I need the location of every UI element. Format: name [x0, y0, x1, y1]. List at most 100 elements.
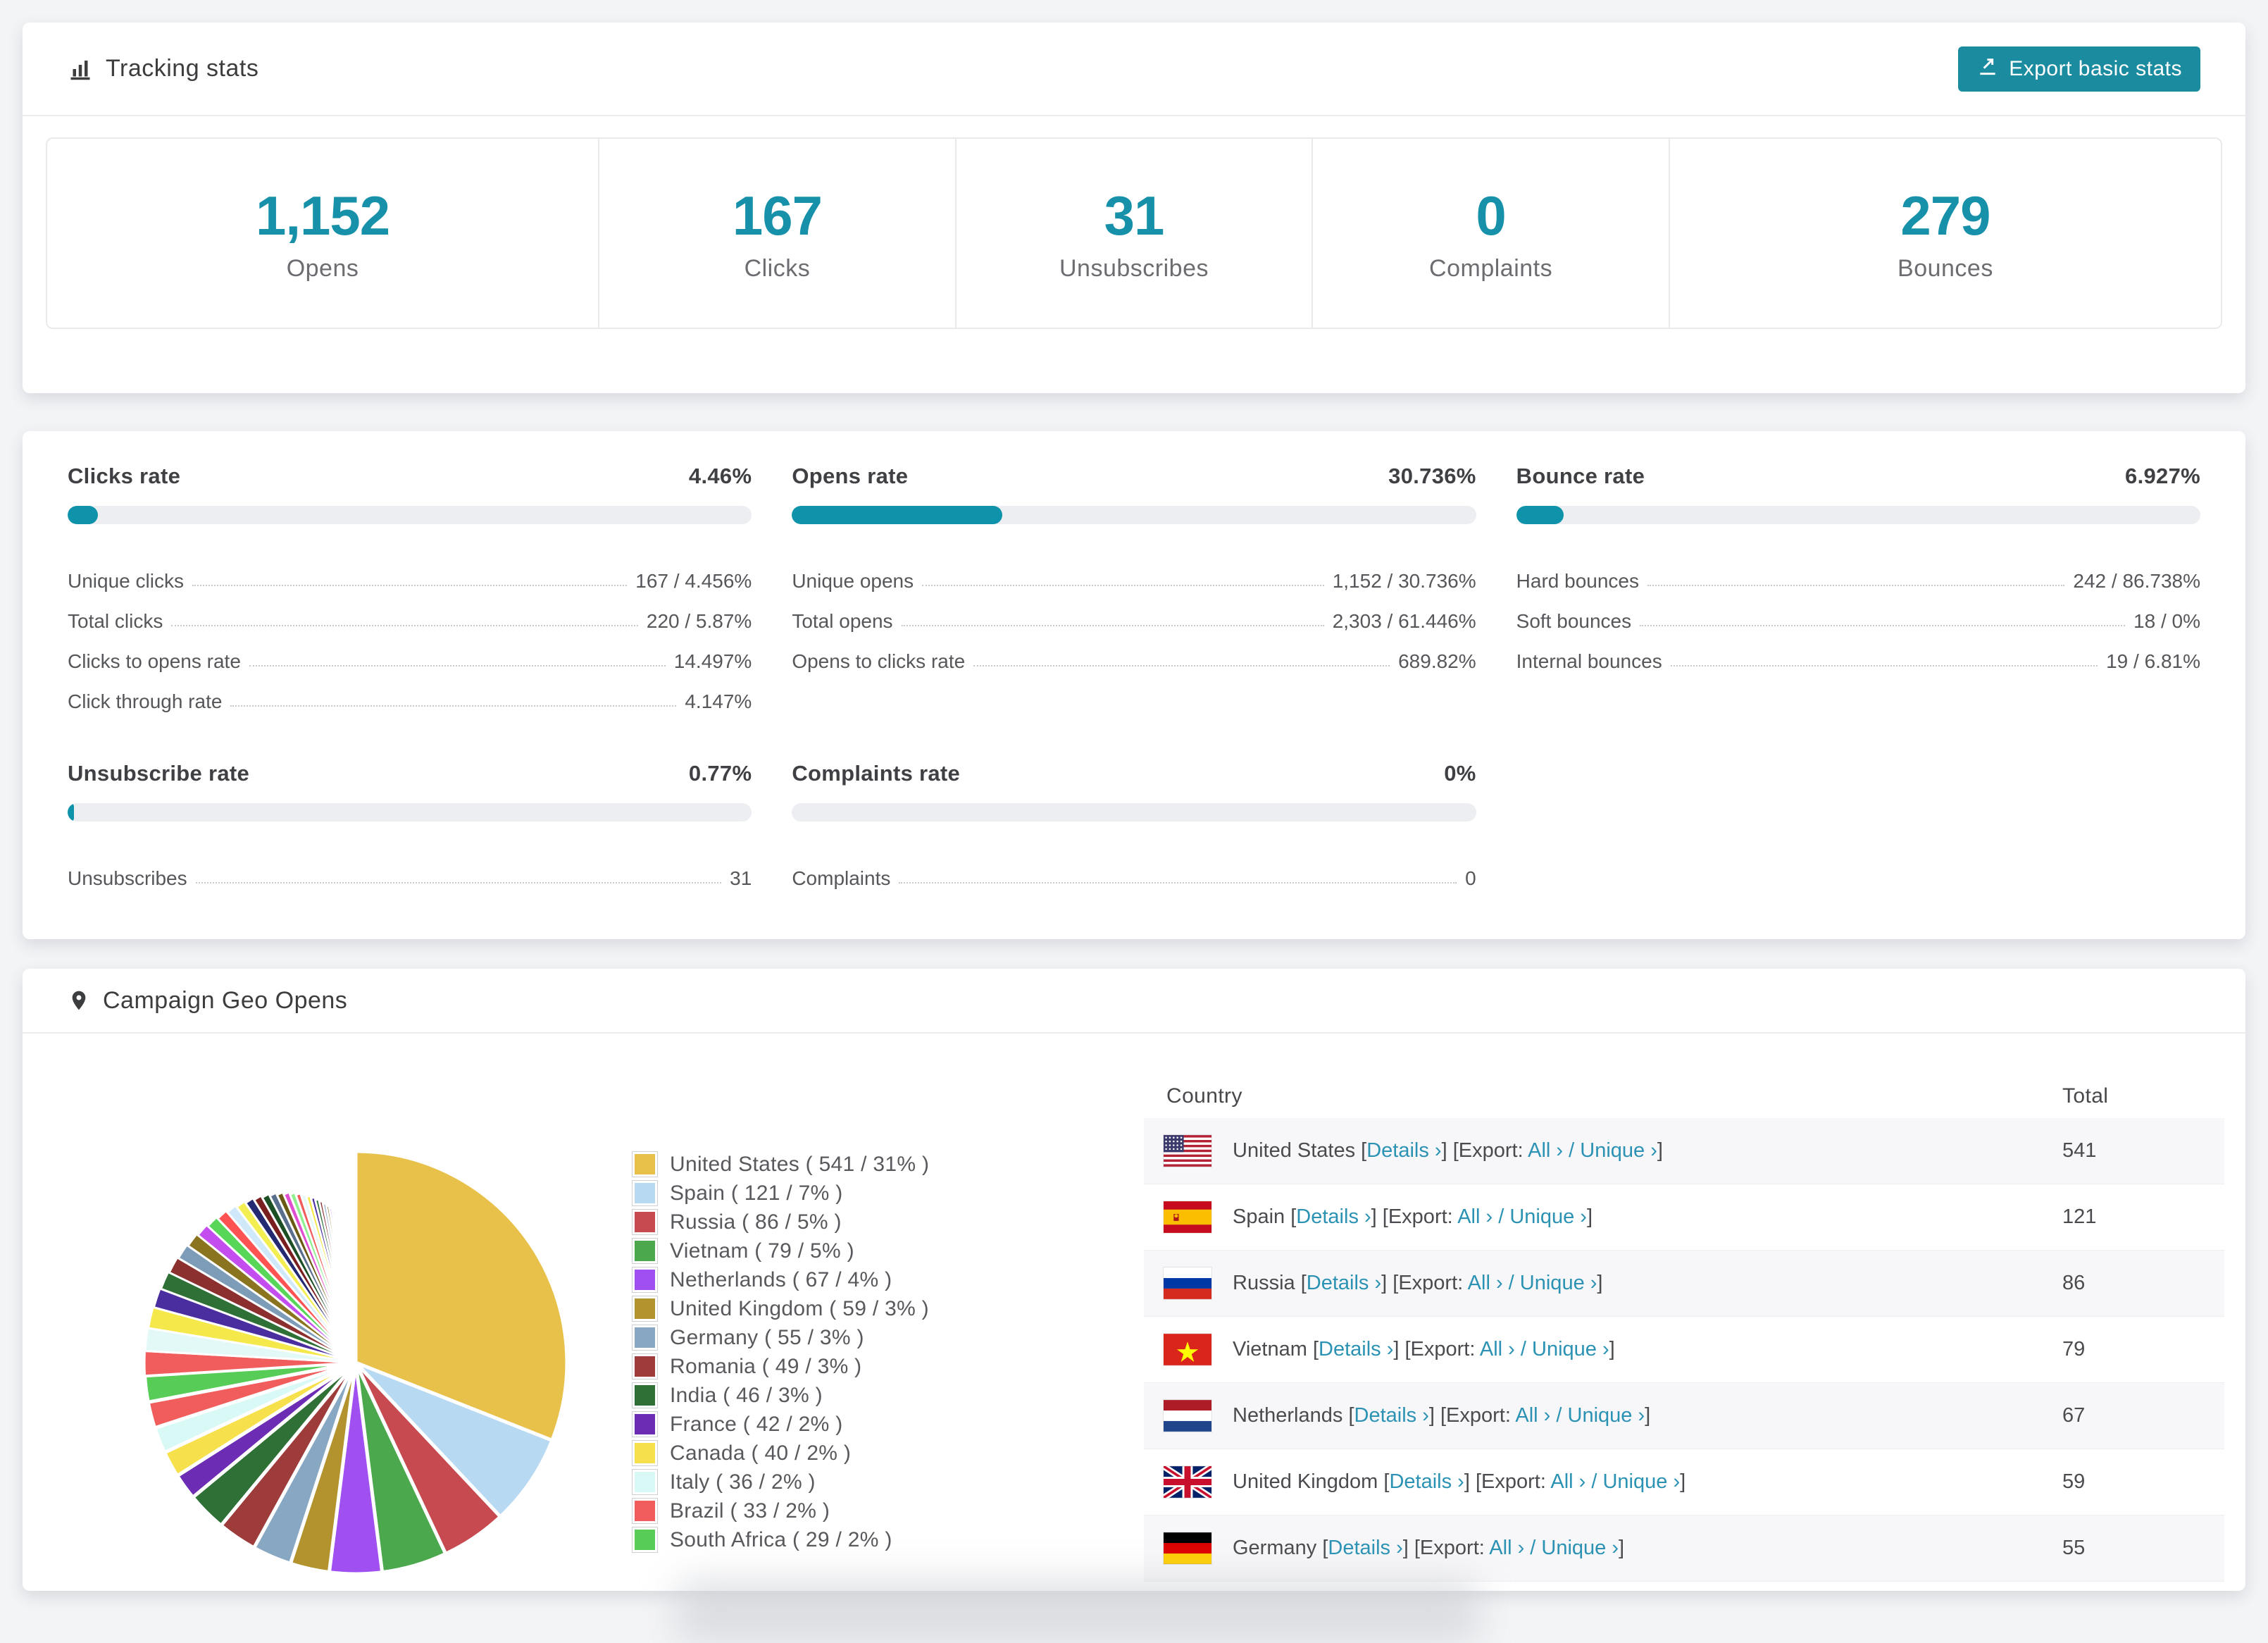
stat-value: 1,152 [255, 185, 390, 247]
detail-row: Complaints 0 [792, 850, 1476, 890]
export-all-link[interactable]: All › [1457, 1205, 1493, 1228]
tracking-stats-card: Tracking stats Export basic stats 1,152 O… [23, 23, 2245, 393]
country-links-text: Netherlands [Details ›] [Export: All › /… [1233, 1404, 1650, 1427]
country-cell: Germany [Details ›] [Export: All › / Uni… [1144, 1532, 2062, 1564]
total-cell: 55 [2062, 1537, 2086, 1559]
stat-box-opens: 1,152 Opens [47, 139, 598, 328]
rate-value: 0.77% [688, 761, 752, 786]
stat-value: 167 [732, 185, 823, 247]
detail-value: 18 / 0% [2133, 610, 2200, 633]
detail-label: Total opens [792, 610, 893, 633]
bracket: [ [1300, 1272, 1307, 1294]
export-unique-link[interactable]: Unique › [1520, 1272, 1597, 1294]
detail-value: 689.82% [1398, 650, 1476, 673]
legend-label: Vietnam ( 79 / 5% ) [670, 1239, 854, 1263]
legend-swatch [633, 1210, 657, 1234]
detail-value: 31 [730, 867, 752, 890]
legend-item-romania: Romania ( 49 / 3% ) [633, 1352, 929, 1381]
details-link[interactable]: Details › [1354, 1404, 1429, 1427]
export-prefix: [Export: [1475, 1470, 1546, 1493]
export-unique-link[interactable]: Unique › [1509, 1205, 1587, 1228]
detail-label: Clicks to opens rate [68, 650, 241, 673]
export-unique-link[interactable]: Unique › [1541, 1537, 1619, 1559]
legend-item-brazil: Brazil ( 33 / 2% ) [633, 1496, 929, 1525]
total-cell: 67 [2062, 1404, 2086, 1427]
country-links-text: Germany [Details ›] [Export: All › / Uni… [1233, 1537, 1624, 1560]
rate-progress-fill [68, 803, 74, 822]
details-link[interactable]: Details › [1389, 1470, 1464, 1493]
rate-value: 6.927% [2125, 464, 2200, 488]
legend-label: Italy ( 36 / 2% ) [670, 1470, 816, 1494]
export-unique-link[interactable]: Unique › [1532, 1338, 1609, 1360]
export-all-link[interactable]: All › [1515, 1404, 1550, 1427]
detail-label: Opens to clicks rate [792, 650, 966, 673]
details-link[interactable]: Details › [1366, 1139, 1441, 1162]
country-cell: Vietnam [Details ›] [Export: All › / Uni… [1144, 1334, 2062, 1365]
detail-value: 4.147% [685, 690, 752, 713]
tracking-stats-title: Tracking stats [68, 55, 258, 82]
bracket: ] [1381, 1272, 1388, 1294]
detail-row: Unique opens 1,152 / 30.736% [792, 552, 1476, 593]
legend-swatch [633, 1383, 657, 1408]
legend-item-netherlands: Netherlands ( 67 / 4% ) [633, 1265, 929, 1294]
rate-value: 4.46% [688, 464, 752, 488]
bracket: ] [1464, 1470, 1470, 1493]
geo-table-row-united-states: United States [Details ›] [Export: All ›… [1144, 1118, 2224, 1184]
country-cell: United States [Details ›] [Export: All ›… [1144, 1135, 2062, 1167]
rate-section-bounce-rate: Bounce rate 6.927% Hard bounces 242 / 86.73… [1516, 464, 2200, 713]
dotted-leader [195, 882, 722, 884]
legend-swatch [633, 1239, 657, 1263]
detail-label: Total clicks [68, 610, 163, 633]
stat-box-bounces: 279 Bounces [1668, 139, 2221, 328]
country-links-text: Vietnam [Details ›] [Export: All › / Uni… [1233, 1338, 1615, 1361]
details-link[interactable]: Details › [1319, 1338, 1393, 1360]
country-cell: Russia [Details ›] [Export: All › / Uniq… [1144, 1267, 2062, 1299]
stat-label: Opens [286, 255, 359, 282]
bracket: ] [1619, 1537, 1625, 1559]
legend-item-vietnam: Vietnam ( 79 / 5% ) [633, 1236, 929, 1265]
export-icon [1976, 55, 1999, 83]
pie-legend: United States ( 541 / 31% ) Spain ( 121 /… [633, 1150, 929, 1554]
dotted-leader [249, 665, 666, 666]
legend-label: United Kingdom ( 59 / 3% ) [670, 1296, 929, 1320]
export-unique-link[interactable]: Unique › [1568, 1404, 1645, 1427]
export-all-link[interactable]: All › [1468, 1272, 1503, 1294]
export-prefix: [Export: [1452, 1139, 1524, 1162]
legend-label: Brazil ( 33 / 2% ) [670, 1499, 830, 1523]
legend-item-united-states: United States ( 541 / 31% ) [633, 1150, 929, 1179]
export-all-link[interactable]: All › [1550, 1470, 1585, 1493]
geo-opens-table: Country Total United States [Details ›] … [1144, 1074, 2224, 1582]
detail-value: 220 / 5.87% [646, 610, 752, 633]
bracket: ] [1657, 1139, 1663, 1162]
total-cell: 121 [2062, 1205, 2097, 1228]
total-cell: 541 [2062, 1139, 2097, 1162]
country-cell: Spain [Details ›] [Export: All › / Uniqu… [1144, 1201, 2062, 1233]
dotted-leader [973, 665, 1390, 666]
bracket: [ [1348, 1404, 1354, 1427]
export-basic-stats-button[interactable]: Export basic stats [1958, 46, 2200, 92]
details-link[interactable]: Details › [1307, 1272, 1381, 1294]
details-link[interactable]: Details › [1328, 1537, 1402, 1559]
dotted-leader [230, 705, 677, 707]
country-name: Spain [1233, 1205, 1285, 1228]
legend-swatch [633, 1325, 657, 1350]
geo-content: United States ( 541 / 31% ) Spain ( 121 /… [23, 1034, 2245, 1591]
legend-swatch [633, 1354, 657, 1379]
export-all-link[interactable]: All › [1480, 1338, 1515, 1360]
detail-row: Internal bounces 19 / 6.81% [1516, 633, 2200, 673]
rate-progress-bar [792, 803, 1476, 822]
geo-table-row-vietnam: Vietnam [Details ›] [Export: All › / Uni… [1144, 1317, 2224, 1383]
export-all-link[interactable]: All › [1528, 1139, 1563, 1162]
stat-label: Unsubscribes [1059, 255, 1209, 282]
legend-label: Netherlands ( 67 / 4% ) [670, 1267, 892, 1291]
export-all-link[interactable]: All › [1489, 1537, 1524, 1559]
legend-label: United States ( 541 / 31% ) [670, 1152, 930, 1176]
bar-chart-icon [68, 56, 93, 82]
rates-grid: Clicks rate 4.46% Unique clicks 167 / 4.456… [23, 431, 2245, 890]
detail-value: 14.497% [673, 650, 752, 673]
details-link[interactable]: Details › [1296, 1205, 1371, 1228]
export-unique-link[interactable]: Unique › [1602, 1470, 1680, 1493]
detail-row: Total opens 2,303 / 61.446% [792, 593, 1476, 633]
export-unique-link[interactable]: Unique › [1580, 1139, 1657, 1162]
detail-value: 0 [1465, 867, 1476, 890]
